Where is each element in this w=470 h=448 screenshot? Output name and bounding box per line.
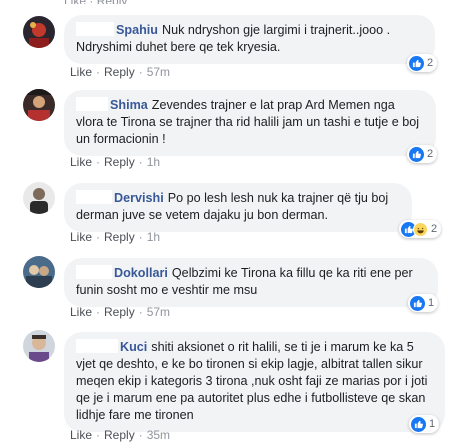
redacted-name bbox=[76, 97, 108, 111]
comment-actions: Like · Reply · 1h bbox=[70, 155, 161, 169]
reaction-count: 2 bbox=[431, 223, 438, 235]
reply-button[interactable]: Reply bbox=[104, 428, 135, 442]
redacted-name bbox=[76, 190, 112, 204]
reaction-count: 1 bbox=[428, 297, 435, 309]
comment-bubble: Shima Zevendes trajner e lat prap Ard Mem… bbox=[64, 90, 436, 156]
comment-actions: Like · Reply · 1h bbox=[70, 230, 161, 244]
comment-timestamp[interactable]: 1h bbox=[147, 230, 160, 244]
avatar[interactable] bbox=[23, 182, 55, 214]
reply-button[interactable]: Reply bbox=[104, 155, 135, 169]
comment-bubble: Dervishi Po po lesh lesh nuk ka trajner q… bbox=[64, 183, 412, 232]
redacted-name bbox=[76, 339, 118, 353]
comment-author[interactable]: Dokollari bbox=[114, 266, 168, 280]
comment-author[interactable]: Dervishi bbox=[114, 191, 164, 205]
like-button[interactable]: Like bbox=[70, 305, 92, 319]
avatar[interactable] bbox=[23, 89, 55, 121]
like-icon bbox=[409, 146, 424, 162]
comment-author[interactable]: Kuci bbox=[120, 340, 147, 354]
avatar[interactable] bbox=[23, 330, 55, 362]
comment-author[interactable]: Spahiu bbox=[116, 23, 158, 37]
previous-comment-actions-fragment: Like · Reply bbox=[64, 0, 184, 4]
like-button[interactable]: Like bbox=[70, 155, 92, 169]
reaction-count: 2 bbox=[427, 148, 434, 160]
reaction-summary[interactable]: 1 bbox=[408, 294, 439, 312]
reply-button[interactable]: Reply bbox=[104, 230, 135, 244]
comment-actions: Like · Reply · 35m bbox=[70, 428, 171, 442]
reaction-summary[interactable]: 2 bbox=[399, 220, 442, 238]
comment-author[interactable]: Shima bbox=[110, 98, 148, 112]
like-icon bbox=[411, 416, 426, 432]
comment-timestamp[interactable]: 57m bbox=[147, 305, 170, 319]
like-button[interactable]: Like bbox=[70, 428, 92, 442]
redacted-name bbox=[76, 265, 112, 279]
avatar[interactable] bbox=[23, 16, 55, 48]
redacted-name bbox=[76, 22, 114, 36]
comment-actions: Like · Reply · 57m bbox=[70, 305, 171, 319]
comment-bubble: Spahiu Nuk ndryshon gje largimi i trajner… bbox=[64, 15, 435, 64]
comment-bubble: Kuci shiti aksionet o rit halili, se ti j… bbox=[64, 332, 445, 432]
comment-bubble: Dokollari Qelbzimi ke Tirona ka fillu qe … bbox=[64, 258, 438, 307]
avatar[interactable] bbox=[23, 256, 55, 288]
reaction-count: 1 bbox=[429, 418, 436, 430]
comment-timestamp[interactable]: 35m bbox=[147, 428, 170, 442]
comment-actions: Like · Reply · 57m bbox=[70, 65, 171, 79]
like-button[interactable]: Like bbox=[70, 230, 92, 244]
like-icon bbox=[410, 295, 425, 311]
like-icon bbox=[409, 55, 424, 71]
reply-button[interactable]: Reply bbox=[104, 305, 135, 319]
comment-timestamp[interactable]: 57m bbox=[147, 65, 170, 79]
reply-button[interactable]: Reply bbox=[104, 65, 135, 79]
reaction-summary[interactable]: 2 bbox=[407, 54, 438, 72]
reaction-summary[interactable]: 1 bbox=[409, 415, 440, 433]
comment-timestamp[interactable]: 1h bbox=[147, 155, 160, 169]
like-button[interactable]: Like bbox=[70, 65, 92, 79]
haha-icon bbox=[413, 221, 428, 237]
reaction-summary[interactable]: 2 bbox=[407, 145, 438, 163]
reaction-count: 2 bbox=[427, 57, 434, 69]
